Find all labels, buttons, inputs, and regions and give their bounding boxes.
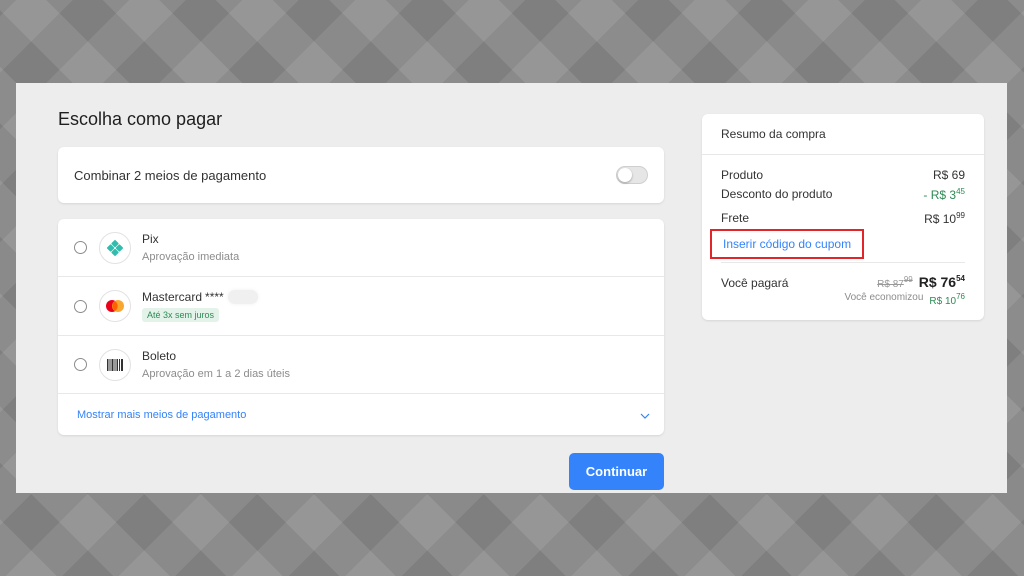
show-more-label: Mostrar mais meios de pagamento <box>77 408 247 421</box>
mastercard-name-row: Mastercard **** <box>142 289 258 304</box>
pix-text: Pix Aprovação imediata <box>142 232 239 263</box>
savings-value: R$ 1076 <box>929 292 965 307</box>
boleto-subtitle: Aprovação em 1 a 2 dias úteis <box>142 368 290 380</box>
pay-label: Você pagará <box>721 276 789 290</box>
toggle-knob <box>618 168 632 182</box>
summary-row-savings: Você economizou R$ 1076 <box>721 292 965 307</box>
summary-title: Resumo da compra <box>702 114 984 155</box>
shipping-label: Frete <box>721 211 750 225</box>
product-label: Produto <box>721 168 764 182</box>
card-mask: **** <box>205 289 224 304</box>
chevron-down-icon <box>640 406 650 424</box>
summary-row-product: Produto R$ 69 <box>721 168 965 182</box>
payment-method-mastercard[interactable]: Mastercard **** Até 3x sem juros <box>58 277 664 336</box>
boleto-text: Boleto Aprovação em 1 a 2 dias úteis <box>142 349 290 380</box>
mastercard-icon <box>99 290 131 322</box>
barcode-icon <box>99 348 131 381</box>
pay-values: R$ 8799 R$ 7654 <box>877 274 965 290</box>
boleto-radio[interactable] <box>74 358 87 371</box>
combine-payments-toggle[interactable] <box>616 166 648 184</box>
mastercard-text: Mastercard **** Até 3x sem juros <box>142 289 258 323</box>
discount-label: Desconto do produto <box>721 187 833 201</box>
payment-methods-list: Pix Aprovação imediata Mastercard **** A… <box>58 219 664 435</box>
old-price: R$ 8799 <box>877 275 913 290</box>
discount-value: - R$ 345 <box>923 187 965 202</box>
combine-payments-card: Combinar 2 meios de pagamento <box>58 147 664 203</box>
payment-method-boleto[interactable]: Boleto Aprovação em 1 a 2 dias úteis <box>58 336 664 394</box>
product-value: R$ 69 <box>932 168 965 182</box>
checkout-frame: Escolha como pagar Combinar 2 meios de p… <box>16 83 1007 493</box>
card-number-blurred <box>227 289 258 304</box>
summary-row-shipping: Frete R$ 1099 <box>721 211 965 226</box>
coupon-code-link[interactable]: Inserir código do cupom <box>710 229 864 259</box>
summary-row-discount: Desconto do produto - R$ 345 <box>721 187 965 202</box>
mastercard-radio[interactable] <box>74 299 87 313</box>
summary-divider <box>721 262 965 263</box>
purchase-summary-card: Resumo da compra Produto R$ 69 Desconto … <box>702 114 984 320</box>
savings-label: Você economizou <box>844 292 924 303</box>
boleto-name: Boleto <box>142 349 177 363</box>
continue-button[interactable]: Continuar <box>569 453 664 490</box>
payment-method-pix[interactable]: Pix Aprovação imediata <box>58 219 664 277</box>
installments-badge: Até 3x sem juros <box>142 307 220 322</box>
pix-icon <box>99 231 131 264</box>
mastercard-name: Mastercard <box>142 289 203 304</box>
total-price: R$ 7654 <box>918 274 965 290</box>
show-more-methods[interactable]: Mostrar mais meios de pagamento <box>58 394 664 435</box>
combine-payments-label: Combinar 2 meios de pagamento <box>74 167 267 183</box>
pix-name: Pix <box>142 232 159 246</box>
summary-row-total: Você pagará R$ 8799 R$ 7654 <box>721 274 965 290</box>
pix-radio[interactable] <box>74 241 87 254</box>
page-title: Escolha como pagar <box>58 109 223 129</box>
pix-subtitle: Aprovação imediata <box>142 251 240 263</box>
shipping-value: R$ 1099 <box>924 211 965 226</box>
